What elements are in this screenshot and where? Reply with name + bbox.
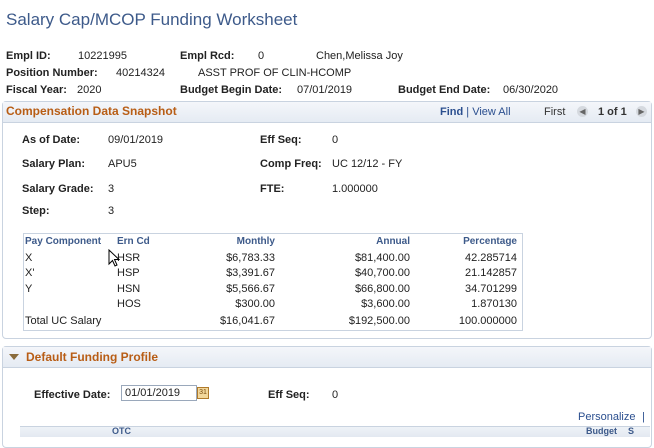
- col-percentage: Percentage: [463, 236, 517, 247]
- position-number-value: 40214324: [116, 67, 165, 79]
- row-ern: HSR: [117, 252, 141, 264]
- job-title: ASST PROF OF CLIN-HCOMP: [198, 67, 352, 79]
- fiscal-year-label: Fiscal Year:: [6, 84, 67, 96]
- col-monthly: Monthly: [236, 236, 275, 247]
- row-pay: X': [25, 267, 35, 279]
- row-annual: $3,600.00: [361, 298, 410, 310]
- nav-separator: |: [466, 106, 470, 118]
- row-pct: 42.285714: [465, 252, 517, 264]
- next-arrow-icon[interactable]: ▶: [636, 105, 647, 117]
- mouse-cursor-icon: [108, 249, 120, 267]
- row-ern: HSP: [117, 267, 140, 279]
- row-pay: X: [25, 252, 33, 264]
- row-monthly: $6,783.33: [226, 252, 275, 264]
- employee-name: Chen,Melissa Joy: [316, 50, 403, 62]
- row-monthly: $5,566.67: [226, 283, 275, 295]
- find-link[interactable]: Find: [440, 106, 463, 118]
- row-pay: Total UC Salary: [25, 315, 102, 327]
- row-monthly: $300.00: [235, 298, 275, 310]
- budget-end-label: Budget End Date:: [398, 84, 491, 96]
- salary-grade-label: Salary Grade:: [22, 183, 94, 195]
- row-pct: 100.000000: [458, 315, 517, 327]
- empl-rcd-label: Empl Rcd:: [180, 50, 235, 62]
- prev-arrow-icon[interactable]: ◀: [577, 105, 588, 117]
- comp-freq-value: UC 12/12 - FY: [332, 158, 403, 170]
- grid-separator: |: [642, 411, 645, 423]
- col-annual: Annual: [376, 236, 410, 247]
- as-of-date-value: 09/01/2019: [108, 134, 164, 146]
- row-ern: HSN: [117, 283, 141, 295]
- fte-value: 1.000000: [332, 183, 378, 195]
- eff-seq-label: Eff Seq:: [260, 134, 302, 146]
- effective-date-label: Effective Date:: [34, 389, 111, 401]
- row-annual: $40,700.00: [354, 267, 410, 279]
- row-ern: HOS: [117, 298, 141, 310]
- empl-rcd-value: 0: [258, 50, 265, 62]
- budget-begin-value: 07/01/2019: [297, 84, 353, 96]
- salary-plan-label: Salary Plan:: [22, 158, 85, 170]
- page-title: Salary Cap/MCOP Funding Worksheet: [6, 10, 298, 29]
- row-annual: $66,800.00: [354, 283, 410, 295]
- row-pay: Y: [25, 283, 33, 295]
- salary-grade-value: 3: [108, 183, 115, 195]
- salary-plan-value: APU5: [108, 158, 137, 170]
- page-counter: 1 of 1: [598, 106, 627, 118]
- funding-eff-seq-label: Eff Seq:: [268, 389, 310, 401]
- fte-label: FTE:: [260, 183, 285, 195]
- row-pct: 1.870130: [471, 298, 517, 310]
- first-label[interactable]: First: [544, 106, 565, 118]
- col-s: S: [628, 426, 635, 436]
- eff-seq-value: 0: [332, 134, 339, 146]
- grid-nav: Find | View All: [440, 106, 511, 118]
- fiscal-year-value: 2020: [77, 84, 102, 96]
- budget-end-value: 06/30/2020: [503, 84, 559, 96]
- funding-eff-seq-value: 0: [332, 389, 339, 401]
- view-all-link[interactable]: View All: [472, 106, 510, 118]
- row-annual: $81,400.00: [354, 252, 410, 264]
- step-label: Step:: [22, 205, 50, 217]
- personalize-link[interactable]: Personalize: [578, 411, 635, 423]
- row-monthly: $16,041.67: [219, 315, 275, 327]
- row-pct: 34.701299: [465, 283, 517, 295]
- as-of-date-label: As of Date:: [22, 134, 81, 146]
- effective-date-input[interactable]: 01/01/2019: [121, 385, 197, 401]
- empl-id-value: 10221995: [78, 50, 127, 62]
- col-budget: Budget: [586, 426, 617, 436]
- row-pct: 21.142857: [465, 267, 517, 279]
- col-otc: OTC: [112, 426, 131, 436]
- step-value: 3: [108, 205, 115, 217]
- row-monthly: $3,391.67: [226, 267, 275, 279]
- col-pay-component: Pay Component: [25, 236, 102, 247]
- position-number-label: Position Number:: [6, 67, 98, 79]
- budget-begin-label: Budget Begin Date:: [180, 84, 283, 96]
- calendar-icon[interactable]: 31: [197, 387, 209, 399]
- empl-id-label: Empl ID:: [6, 50, 51, 62]
- compensation-section-title: Compensation Data Snapshot: [6, 104, 177, 118]
- row-annual: $192,500.00: [348, 315, 410, 327]
- funding-section-title: Default Funding Profile: [26, 350, 158, 364]
- col-ern-cd: Ern Cd: [117, 236, 150, 247]
- collapse-triangle-icon[interactable]: [9, 351, 19, 363]
- comp-freq-label: Comp Freq:: [260, 158, 322, 170]
